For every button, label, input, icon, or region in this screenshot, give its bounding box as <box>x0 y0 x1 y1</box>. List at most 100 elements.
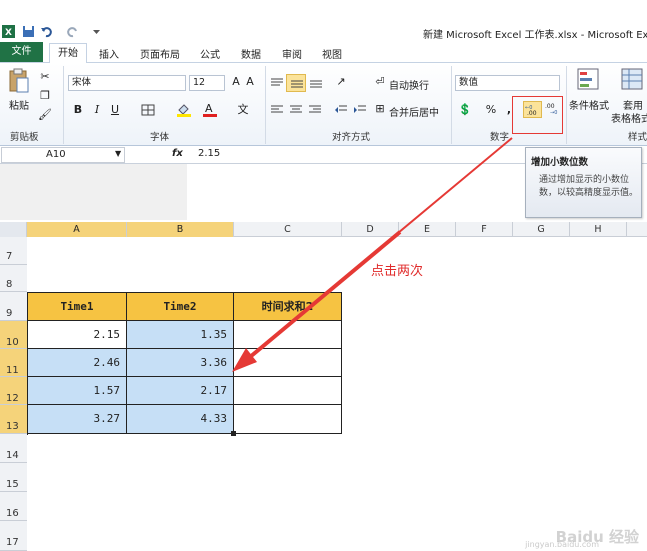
grow-font-icon[interactable]: A <box>229 75 243 89</box>
cell-c10[interactable] <box>234 321 342 349</box>
decrease-indent-icon[interactable] <box>334 104 348 116</box>
tab-view[interactable]: 视图 <box>322 46 342 61</box>
decrease-decimal-icon[interactable]: .00→0 <box>545 103 562 115</box>
cut-icon[interactable]: ✂ <box>38 70 52 84</box>
font-name-select[interactable]: 宋体 <box>68 75 186 91</box>
align-middle-icon <box>291 80 303 88</box>
cell-a12[interactable]: 1.57 <box>28 377 127 405</box>
wrap-text-button[interactable]: 自动换行 <box>389 77 429 92</box>
column-header-f[interactable]: F <box>456 222 513 237</box>
tab-insert[interactable]: 插入 <box>99 46 119 61</box>
align-top-icon[interactable] <box>270 77 284 89</box>
increase-indent-icon[interactable] <box>353 104 367 116</box>
column-header-e[interactable]: E <box>399 222 456 237</box>
fill-color-icon[interactable] <box>176 102 192 117</box>
align-left-icon[interactable] <box>270 104 284 116</box>
insert-function-button[interactable]: fx <box>172 148 183 159</box>
formula-input[interactable]: 2.15 <box>198 148 220 159</box>
align-middle-button[interactable] <box>286 74 306 92</box>
row-header-12[interactable]: 12 <box>0 377 27 405</box>
column-header-c[interactable]: C <box>234 222 342 237</box>
row-header-7[interactable]: 7 <box>0 237 27 265</box>
tab-data[interactable]: 数据 <box>241 46 261 61</box>
svg-text:X: X <box>5 28 12 38</box>
row-header-10[interactable]: 10 <box>0 321 27 349</box>
undo-icon[interactable] <box>40 25 53 38</box>
tab-review[interactable]: 审阅 <box>282 46 302 61</box>
tab-file[interactable]: 文件 <box>0 42 43 62</box>
redo-icon[interactable] <box>66 25 79 38</box>
header-cell-time1[interactable]: Time1 <box>28 293 127 321</box>
row-header-16[interactable]: 16 <box>0 492 27 521</box>
excel-logo-icon: X <box>2 25 15 38</box>
font-color-icon[interactable]: A <box>202 102 218 117</box>
header-cell-time2[interactable]: Time2 <box>127 293 234 321</box>
cell-b12[interactable]: 2.17 <box>127 377 234 405</box>
select-all-button[interactable] <box>0 222 27 237</box>
underline-button[interactable]: U <box>108 103 122 117</box>
number-format-select[interactable]: 数值 <box>455 75 560 91</box>
copy-icon[interactable]: ❐ <box>38 89 52 103</box>
tab-page-layout[interactable]: 页面布局 <box>140 46 180 61</box>
row-header-13[interactable]: 13 <box>0 405 27 434</box>
row-header-9[interactable]: 9 <box>0 292 27 321</box>
name-box[interactable]: A10 <box>1 147 125 163</box>
tab-formulas[interactable]: 公式 <box>200 46 220 61</box>
cell-c11[interactable] <box>234 349 342 377</box>
column-header-d[interactable]: D <box>342 222 399 237</box>
column-header-g[interactable]: G <box>513 222 570 237</box>
format-as-table-icon[interactable] <box>621 68 643 90</box>
shrink-font-icon[interactable]: A <box>243 75 257 89</box>
customize-qat-icon[interactable] <box>90 25 103 38</box>
cell-a13[interactable]: 3.27 <box>28 405 127 434</box>
save-icon[interactable] <box>22 25 35 38</box>
phonetic-icon[interactable]: 文 <box>236 103 250 117</box>
align-bottom-icon[interactable] <box>309 77 323 89</box>
bold-button[interactable]: B <box>71 103 85 117</box>
separator <box>451 66 452 144</box>
row-header-15[interactable]: 15 <box>0 463 27 492</box>
format-painter-icon[interactable]: 🖌 <box>38 108 52 122</box>
row-header-8[interactable]: 8 <box>0 265 27 292</box>
cell-c12[interactable] <box>234 377 342 405</box>
paste-label[interactable]: 粘贴 <box>9 97 29 112</box>
cell-a10[interactable]: 2.15 <box>28 321 127 349</box>
svg-text:→0: →0 <box>550 110 557 115</box>
increase-decimal-button[interactable]: ←0.00 <box>523 101 542 118</box>
cell-a11[interactable]: 2.46 <box>28 349 127 377</box>
column-header-a[interactable]: A <box>27 222 127 237</box>
borders-icon[interactable] <box>141 104 155 116</box>
italic-button[interactable]: I <box>90 103 104 117</box>
paste-icon[interactable] <box>8 68 30 94</box>
tab-home[interactable]: 开始 <box>49 43 87 63</box>
accounting-format-icon[interactable]: 💲 <box>458 103 472 117</box>
merge-center-button[interactable]: 合并后居中 <box>389 104 439 119</box>
conditional-format-button[interactable]: 条件格式 <box>569 97 609 112</box>
cell-b10[interactable]: 1.35 <box>127 321 234 349</box>
cell-c13[interactable] <box>234 405 342 434</box>
row-header-14[interactable]: 14 <box>0 434 27 463</box>
column-header-h[interactable]: H <box>570 222 627 237</box>
cell-b13[interactable]: 4.33 <box>127 405 234 434</box>
font-size-select[interactable]: 12 <box>189 75 225 91</box>
window-title: 新建 Microsoft Excel 工作表.xlsx - Microsoft … <box>423 30 647 41</box>
tooltip-description: 通过增加显示的小数位数，以较高精度显示值。 <box>539 175 639 198</box>
wrap-text-icon[interactable]: ⏎ <box>373 75 387 89</box>
percent-button[interactable]: % <box>484 103 498 117</box>
fill-handle[interactable] <box>231 431 236 436</box>
conditional-format-icon[interactable] <box>577 68 599 90</box>
align-right-icon[interactable] <box>308 104 322 116</box>
svg-text:.00: .00 <box>545 103 555 110</box>
name-box-dropdown-icon[interactable]: ▼ <box>115 149 121 158</box>
align-center-icon[interactable] <box>289 104 303 116</box>
increase-decimal-icon: ←0.00 <box>525 105 537 116</box>
merge-center-icon[interactable]: ⊞ <box>373 102 387 116</box>
cell-b11[interactable]: 3.36 <box>127 349 234 377</box>
column-header-b[interactable]: B <box>127 222 234 237</box>
row-header-17[interactable]: 17 <box>0 521 27 551</box>
row-header-11[interactable]: 11 <box>0 349 27 377</box>
orientation-icon[interactable]: ↗ <box>334 75 348 89</box>
format-table-label-line2[interactable]: 表格格式 <box>611 110 647 125</box>
header-cell-time-sum[interactable]: 时间求和2 <box>234 293 342 321</box>
tooltip-title: 增加小数位数 <box>531 157 589 168</box>
